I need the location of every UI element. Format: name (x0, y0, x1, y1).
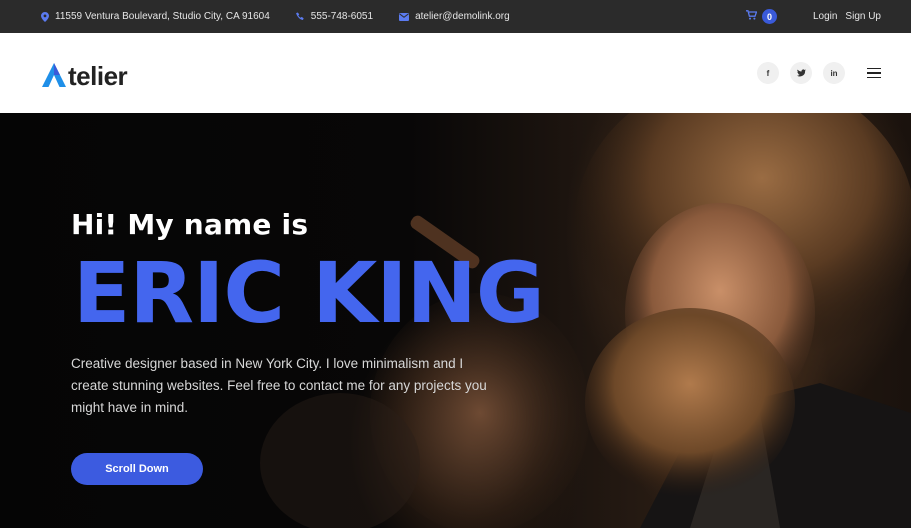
address-text: 11559 Ventura Boulevard, Studio City, CA… (55, 11, 270, 22)
logo-a-icon (42, 63, 66, 87)
cart-icon (745, 10, 758, 23)
email-text: atelier@demolink.org (415, 11, 510, 22)
menu-icon[interactable] (867, 67, 881, 79)
phone-icon (295, 12, 305, 21)
hero-description: Creative designer based in New York City… (71, 356, 487, 415)
twitter-button[interactable] (790, 62, 812, 84)
scroll-down-button[interactable]: Scroll Down (71, 453, 203, 485)
hero-name: ERIC KING (73, 244, 545, 342)
top-bar: 11559 Ventura Boulevard, Studio City, CA… (0, 0, 911, 33)
email-item[interactable]: atelier@demolink.org (399, 11, 510, 22)
phone-item[interactable]: 555-748-6051 (295, 11, 374, 22)
facebook-button[interactable]: f (757, 62, 779, 84)
cart-count-badge: 0 (761, 9, 777, 24)
address-item: 11559 Ventura Boulevard, Studio City, CA… (41, 11, 270, 22)
twitter-icon (796, 69, 806, 77)
map-pin-icon (41, 11, 49, 22)
phone-text: 555-748-6051 (310, 11, 374, 22)
logo[interactable]: telier (41, 58, 128, 91)
signup-link[interactable]: Sign Up (845, 11, 881, 22)
facebook-icon: f (766, 68, 770, 78)
hero-greeting: Hi! My name is (71, 208, 309, 241)
logo-text: telier (68, 61, 128, 91)
linkedin-icon: in (830, 68, 838, 78)
site-header: telier f in (0, 33, 911, 113)
login-link[interactable]: Login (813, 11, 837, 22)
hero-section: Hi! My name is ERIC KING Creative design… (0, 113, 911, 528)
cart-button[interactable]: 0 (745, 9, 777, 24)
mail-icon (399, 12, 410, 21)
linkedin-button[interactable]: in (823, 62, 845, 84)
